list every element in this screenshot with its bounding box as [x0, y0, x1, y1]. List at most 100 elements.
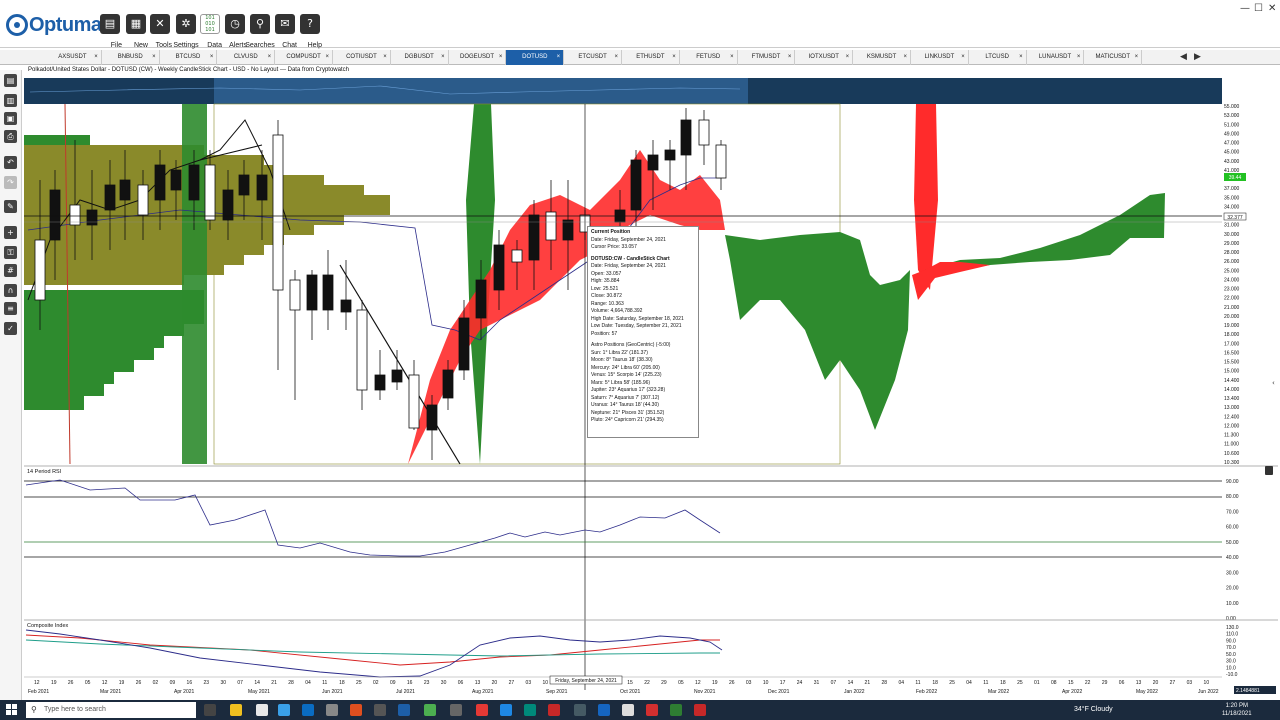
calculator-icon[interactable] [374, 704, 386, 716]
candle-body[interactable] [374, 374, 386, 391]
candle-body[interactable] [49, 189, 61, 241]
rsi-tick-label: 50.00 [1226, 540, 1239, 546]
candle-body[interactable] [272, 134, 284, 291]
date-tick-label: 03 [746, 680, 752, 686]
candle-body[interactable] [511, 249, 523, 263]
price-tick-label: 10.600 [1224, 451, 1240, 457]
composite-tick-label: 130.0 [1226, 625, 1239, 631]
candle-body[interactable] [493, 244, 505, 291]
date-tick-label: 04 [305, 680, 311, 686]
candle-body[interactable] [391, 369, 403, 383]
app-icon-5[interactable] [500, 704, 512, 716]
date-tick-label: 18 [339, 680, 345, 686]
candle-body[interactable] [119, 179, 131, 201]
month-label: Jun 2021 [322, 689, 343, 695]
app-icon-9[interactable] [646, 704, 658, 716]
candle-body[interactable] [340, 299, 352, 313]
date-tick-label: 19 [712, 680, 718, 686]
clock-date: 11/18/2021 [1222, 711, 1252, 717]
date-tick-label: 07 [237, 680, 243, 686]
app-icon-8[interactable] [622, 704, 634, 716]
date-tick-label: 19 [51, 680, 57, 686]
price-tick-label: 37.000 [1224, 186, 1240, 192]
candle-body[interactable] [647, 154, 659, 171]
app-icon-2[interactable] [326, 704, 338, 716]
tooltip-astro-title: Astro Positions (GeoCentric) (-5:00) [591, 342, 671, 348]
optuma-taskbar-icon[interactable] [398, 704, 410, 716]
candle-body[interactable] [34, 239, 46, 301]
candle-body[interactable] [137, 184, 149, 216]
candle-body[interactable] [289, 279, 301, 311]
date-tick-label: 10 [1204, 680, 1210, 686]
panel-collapse-icon[interactable]: ‹ [1272, 379, 1275, 387]
candle-body[interactable] [238, 174, 250, 196]
candle-body[interactable] [306, 274, 318, 311]
cloud-green-area-1 [725, 232, 910, 430]
price-tick-label: 34.000 [1224, 204, 1240, 210]
candle-body[interactable] [698, 119, 710, 146]
candle-body[interactable] [426, 404, 438, 431]
candle-body[interactable] [86, 209, 98, 226]
date-tick-label: 25 [949, 680, 955, 686]
candle-body[interactable] [104, 184, 116, 211]
candle-body[interactable] [562, 219, 574, 241]
price-tick-label: 24.000 [1224, 277, 1240, 283]
date-tick-label: 21 [865, 680, 871, 686]
candle-body[interactable] [630, 159, 642, 211]
month-label: Mar 2022 [988, 689, 1009, 695]
date-tick-label: 19 [119, 680, 125, 686]
windows-start-icon[interactable] [6, 704, 18, 716]
task-view-icon[interactable] [204, 704, 216, 716]
data-tooltip: Current Position Date: Friday, September… [587, 226, 699, 438]
month-label: Mar 2021 [100, 689, 121, 695]
candle-body[interactable] [222, 189, 234, 221]
candle-body[interactable] [204, 164, 216, 221]
candle-body[interactable] [356, 309, 368, 391]
mail-icon[interactable] [302, 704, 314, 716]
candle-body[interactable] [715, 144, 727, 179]
candle-body[interactable] [408, 374, 420, 429]
word-icon[interactable] [598, 704, 610, 716]
price-tick-label: 13.000 [1224, 405, 1240, 411]
app-icon-11[interactable] [694, 704, 706, 716]
date-tick-label: 11 [322, 680, 327, 686]
app-icon-10[interactable] [670, 704, 682, 716]
candle-body[interactable] [188, 164, 200, 201]
candle-body[interactable] [170, 169, 182, 191]
month-label: Jan 2022 [844, 689, 865, 695]
notepad-icon[interactable] [256, 704, 268, 716]
taskbar-search-input[interactable]: ⚲ Type here to search [26, 702, 196, 718]
candle-body[interactable] [680, 119, 692, 156]
date-axis: 12 19 26 05 12 19 26 02 09 16 23 30 07 14 21 28 04 11 18 25… [28, 680, 1219, 695]
date-tick-label: 11 [915, 680, 920, 686]
candle-body[interactable] [442, 369, 454, 399]
candle-body[interactable] [322, 274, 334, 311]
app-icon-7[interactable] [574, 704, 586, 716]
rsi-lock-icon[interactable] [1265, 466, 1273, 475]
taskbar-clock[interactable]: 1:20 PM 11/18/2021 [1222, 702, 1252, 718]
app-icon-6[interactable] [548, 704, 560, 716]
price-tick-label: 19.000 [1224, 323, 1240, 329]
candle-body[interactable] [664, 149, 676, 161]
price-tick-label: 12.000 [1224, 423, 1240, 429]
brave-icon[interactable] [350, 704, 362, 716]
app-icon-3[interactable] [450, 704, 462, 716]
overview-selection[interactable] [214, 78, 748, 104]
tooltip-range: Range: 10.363 [591, 300, 624, 307]
chrome-icon[interactable] [424, 704, 436, 716]
candle-body[interactable] [528, 214, 540, 261]
tooltip-header: Current Position [591, 229, 631, 235]
app-icon-1[interactable] [278, 704, 290, 716]
candle-body[interactable] [475, 279, 487, 319]
weather-widget[interactable]: 34°F Cloudy [1074, 700, 1113, 720]
price-tick-label: 28.000 [1224, 250, 1240, 256]
rsi-tick-label: 10.00 [1226, 601, 1239, 607]
file-explorer-icon[interactable] [230, 704, 242, 716]
edge-icon[interactable] [524, 704, 536, 716]
candle-body[interactable] [154, 164, 166, 201]
date-tick-label: 14 [254, 680, 260, 686]
candle-body[interactable] [256, 174, 268, 201]
app-icon-4[interactable] [476, 704, 488, 716]
candle-body[interactable] [458, 317, 470, 371]
last-price-text: 39.44 [1229, 175, 1242, 181]
